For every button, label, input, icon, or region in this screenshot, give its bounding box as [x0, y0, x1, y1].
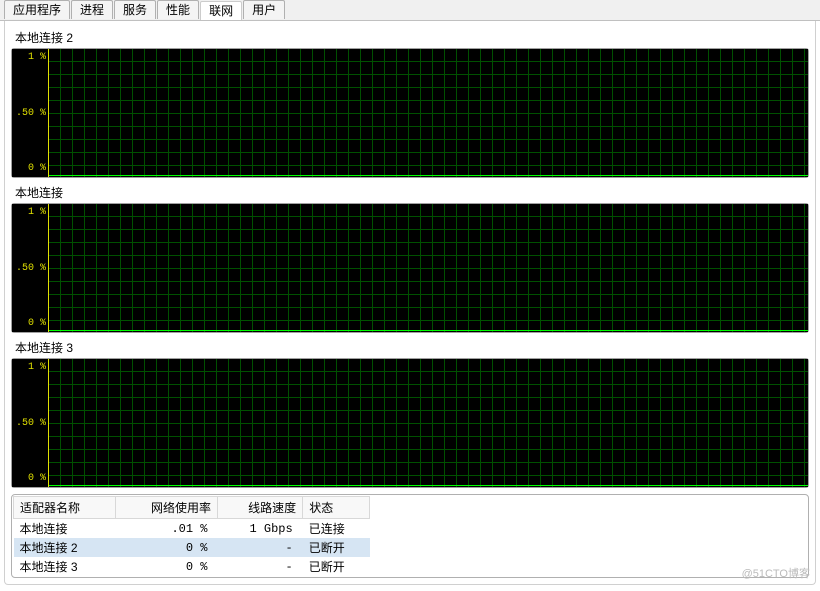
chart-title-1: 本地连接	[11, 182, 809, 203]
chart-1-line	[49, 330, 808, 331]
chart-2: 1 % .50 % 0 %	[11, 358, 809, 488]
chart-0-grid	[48, 49, 808, 177]
tab-services[interactable]: 服务	[114, 0, 156, 19]
networking-panel: 本地连接 2 1 % .50 % 0 % 本地连接 1 % .50 % 0 %	[4, 21, 816, 585]
chart-title-2: 本地连接 3	[11, 337, 809, 358]
table-row[interactable]: 本地连接 2 0 % - 已断开	[14, 538, 370, 557]
tab-networking[interactable]: 联网	[200, 1, 242, 20]
tab-applications[interactable]: 应用程序	[4, 0, 70, 19]
chart-2-ytick: 1 %	[14, 362, 46, 373]
chart-2-line	[49, 485, 808, 486]
chart-1-ylabels: 1 % .50 % 0 %	[12, 204, 48, 332]
table-row[interactable]: 本地连接 .01 % 1 Gbps 已连接	[14, 519, 370, 539]
chart-section-0: 本地连接 2 1 % .50 % 0 %	[11, 27, 809, 178]
chart-2-ylabels: 1 % .50 % 0 %	[12, 359, 48, 487]
chart-2-ytick: 0 %	[14, 473, 46, 484]
cell-status: 已断开	[303, 557, 370, 576]
chart-section-1: 本地连接 1 % .50 % 0 %	[11, 182, 809, 333]
col-usage[interactable]: 网络使用率	[115, 497, 217, 519]
chart-0-ytick: .50 %	[14, 108, 46, 119]
cell-status: 已连接	[303, 519, 370, 539]
cell-speed: -	[217, 557, 302, 576]
chart-2-grid	[48, 359, 808, 487]
tab-users[interactable]: 用户	[243, 0, 285, 19]
tab-processes[interactable]: 进程	[71, 0, 113, 19]
chart-0: 1 % .50 % 0 %	[11, 48, 809, 178]
col-status[interactable]: 状态	[303, 497, 370, 519]
col-adapter-name[interactable]: 适配器名称	[14, 497, 116, 519]
adapter-table: 适配器名称 网络使用率 线路速度 状态 本地连接 .01 % 1 Gbps 已连…	[13, 496, 370, 576]
cell-name: 本地连接	[14, 519, 116, 539]
cell-usage: .01 %	[115, 519, 217, 539]
chart-1-ytick: 0 %	[14, 318, 46, 329]
watermark: @51CTO博客	[742, 565, 810, 581]
chart-0-ylabels: 1 % .50 % 0 %	[12, 49, 48, 177]
cell-name: 本地连接 3	[14, 557, 116, 576]
cell-usage: 0 %	[115, 557, 217, 576]
chart-0-ytick: 0 %	[14, 163, 46, 174]
chart-1-ytick: 1 %	[14, 207, 46, 218]
chart-1-grid	[48, 204, 808, 332]
col-speed[interactable]: 线路速度	[217, 497, 302, 519]
chart-1: 1 % .50 % 0 %	[11, 203, 809, 333]
chart-1-ytick: .50 %	[14, 263, 46, 274]
cell-status: 已断开	[303, 538, 370, 557]
table-header-row: 适配器名称 网络使用率 线路速度 状态	[14, 497, 370, 519]
cell-speed: -	[217, 538, 302, 557]
table-row[interactable]: 本地连接 3 0 % - 已断开	[14, 557, 370, 576]
chart-0-ytick: 1 %	[14, 52, 46, 63]
chart-section-2: 本地连接 3 1 % .50 % 0 %	[11, 337, 809, 488]
cell-speed: 1 Gbps	[217, 519, 302, 539]
chart-2-ytick: .50 %	[14, 418, 46, 429]
tab-performance[interactable]: 性能	[157, 0, 199, 19]
chart-title-0: 本地连接 2	[11, 27, 809, 48]
cell-usage: 0 %	[115, 538, 217, 557]
cell-name: 本地连接 2	[14, 538, 116, 557]
tab-bar: 应用程序 进程 服务 性能 联网 用户	[0, 0, 820, 21]
chart-0-line	[49, 175, 808, 176]
adapter-table-wrap: 适配器名称 网络使用率 线路速度 状态 本地连接 .01 % 1 Gbps 已连…	[11, 494, 809, 578]
